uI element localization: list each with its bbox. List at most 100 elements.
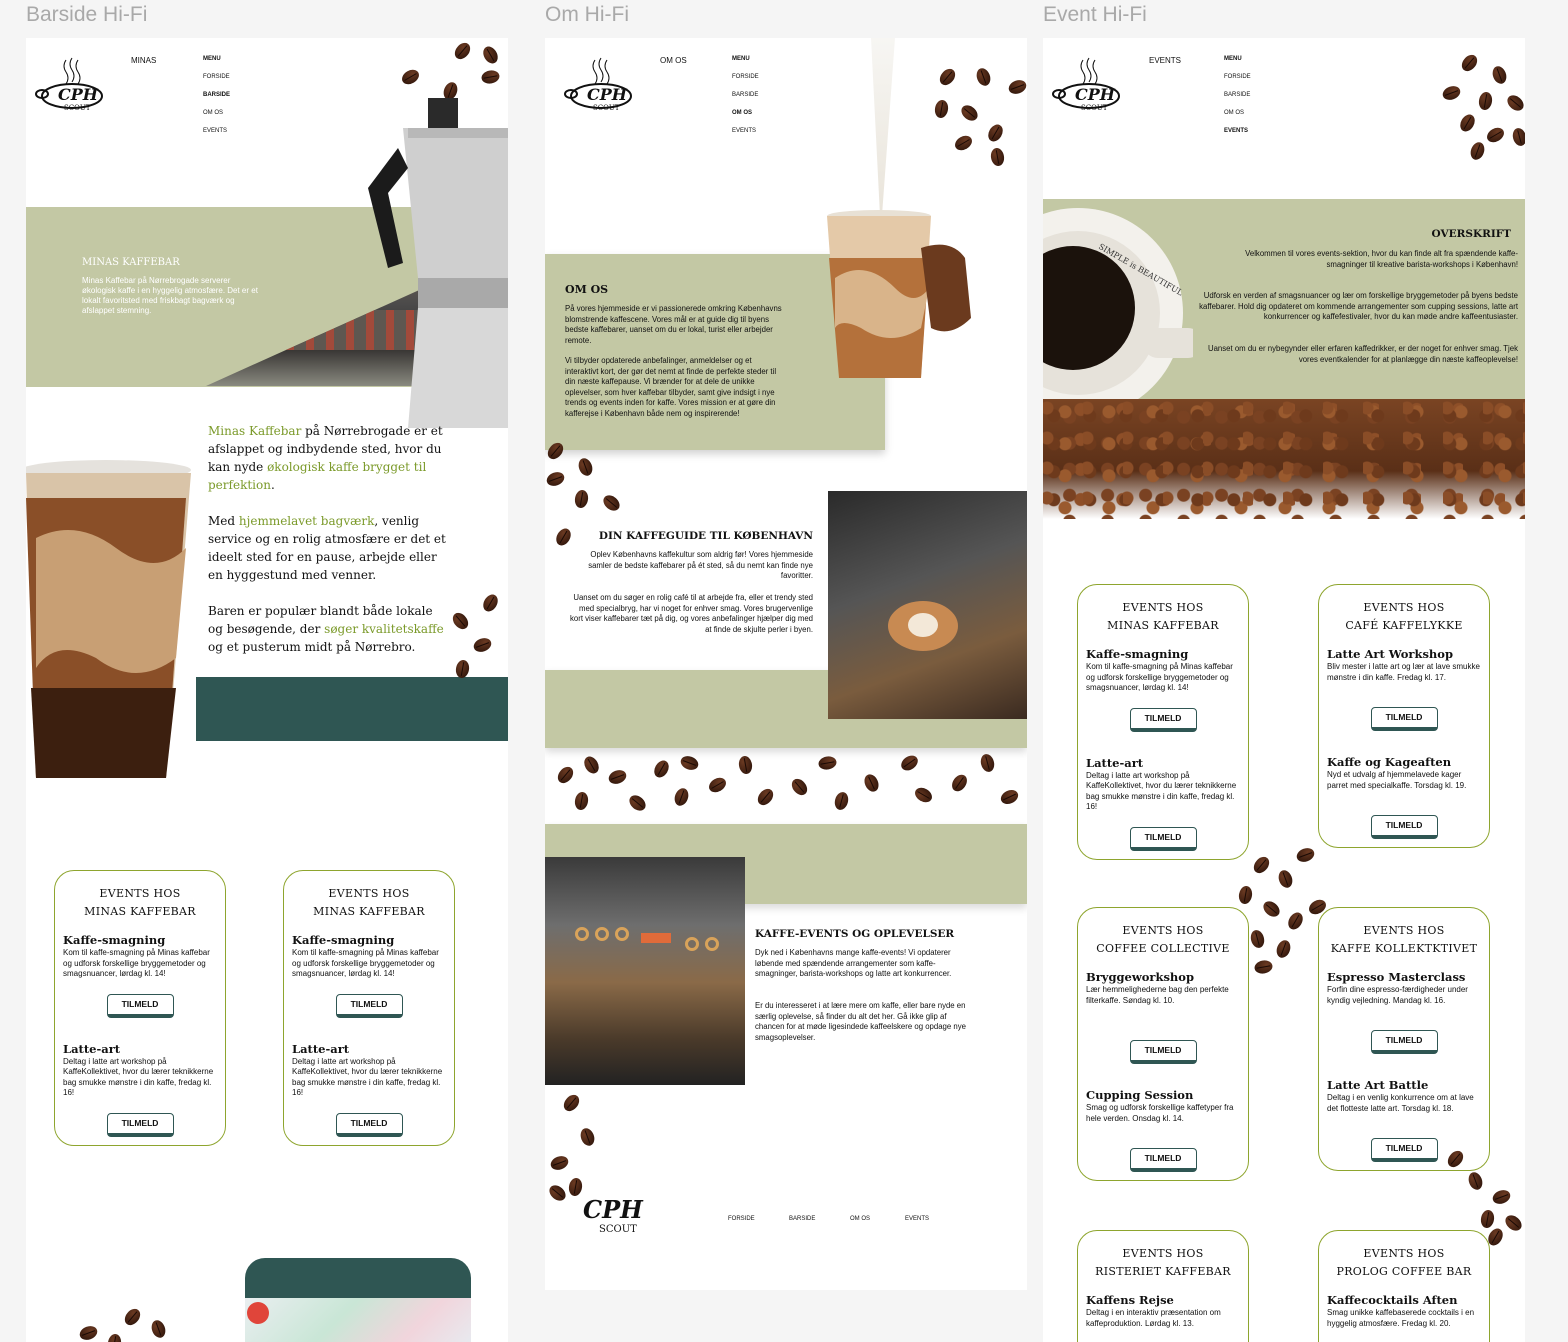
svg-text:SCOUT: SCOUT: [64, 104, 91, 112]
event-description: Lær hemmelighederne bag den perfekte fil…: [1086, 985, 1229, 1005]
tilmeld-button[interactable]: TILMELD: [335, 1112, 403, 1137]
intro-paragraph-3: Baren er populær blandt både lokale og b…: [208, 602, 448, 656]
coffee-bean-icon: [1006, 77, 1027, 97]
nav-events[interactable]: EVENTS: [203, 122, 230, 140]
svg-text:CPH: CPH: [583, 1195, 644, 1224]
coffee-bean-icon: [121, 1305, 144, 1329]
svg-text:CPH: CPH: [587, 85, 628, 104]
nav-events[interactable]: EVENTS: [732, 122, 759, 140]
card-title: EVENTS HOS: [1363, 924, 1445, 937]
coffee-bean-icon: [149, 1318, 168, 1340]
tilmeld-button[interactable]: TILMELD: [1129, 1148, 1197, 1172]
coffee-bean-icon: [706, 774, 729, 796]
coffee-bean-icon: [545, 469, 567, 489]
coffee-bean-icon: [480, 43, 501, 67]
coffee-bean-icon: [958, 102, 981, 124]
card-title-venue: KAFFE KOLLEKTKTIVET: [1330, 942, 1478, 955]
coffee-bean-icon: [546, 1182, 569, 1204]
event-card: EVENTS HOS PROLOG COFFEE BAR Kaffecockta…: [1318, 1230, 1490, 1342]
event-name: Kaffe-smagning: [292, 933, 395, 947]
accent-text: hjemmelavet bagværk: [238, 514, 375, 528]
event-name: Bryggeworkshop: [1086, 970, 1195, 984]
nav-menu: MENU FORSIDE BARSIDE OM OS EVENTS: [732, 50, 759, 140]
coffee-bean-icon: [952, 132, 975, 154]
coffee-bean-icon: [737, 755, 754, 775]
card-title: EVENTS HOS: [1122, 924, 1204, 937]
coffee-bean-icon: [754, 785, 777, 809]
coffee-bean-icon: [573, 791, 590, 811]
event-description: Bliv mester i latte art og lær at lave s…: [1327, 662, 1480, 682]
footer-link-omos[interactable]: OM OS: [850, 1216, 870, 1222]
event-card: EVENTS HOS MINAS KAFFEBAR Kaffe-smagning…: [283, 870, 455, 1146]
site-name: OM OS: [660, 56, 687, 65]
coffee-bean-icon: [106, 1333, 123, 1342]
map-pin-icon[interactable]: [247, 1302, 269, 1324]
event-name: Kaffe og Kageaften: [1327, 755, 1452, 769]
event-name: Latte Art Battle: [1327, 1078, 1429, 1092]
coffee-bean-icon: [576, 456, 595, 478]
tilmeld-button[interactable]: TILMELD: [335, 993, 403, 1018]
card-title: EVENTS HOS: [1122, 1247, 1204, 1260]
card-title: EVENTS HOS: [99, 887, 181, 900]
accent-text: Minas Kaffebar: [208, 424, 302, 438]
cph-scout-logo: CPH SCOUT: [35, 57, 103, 112]
accent-text: søger kvalitetskaffe: [324, 622, 444, 636]
nav-events[interactable]: EVENTS: [1224, 122, 1251, 140]
tilmeld-button[interactable]: TILMELD: [1129, 1040, 1197, 1064]
frame-title-event: Event Hi-Fi: [1043, 3, 1147, 26]
nav-barside[interactable]: BARSIDE: [203, 86, 230, 104]
event-description: Kom til kaffe-smagning på Minas kaffebar…: [63, 948, 210, 978]
omos-paragraph-1: På vores hjemmeside er vi passionerede o…: [565, 304, 782, 345]
nav-omos[interactable]: OM OS: [1224, 104, 1251, 122]
event-name: Latte-art: [292, 1041, 350, 1056]
svg-text:SCOUT: SCOUT: [599, 1224, 637, 1235]
footer-link-forside[interactable]: FORSIDE: [728, 1216, 755, 1222]
coffee-bean-icon: [998, 787, 1021, 807]
tilmeld-button[interactable]: TILMELD: [1370, 707, 1438, 731]
nav-menu: MENU FORSIDE BARSIDE OM OS EVENTS: [203, 50, 230, 140]
event-description: Smag og udforsk forskellige kaffetyper f…: [1086, 1103, 1234, 1123]
coffee-bean-icon: [554, 763, 577, 787]
tilmeld-button[interactable]: TILMELD: [106, 993, 174, 1018]
tilmeld-button[interactable]: TILMELD: [1370, 1138, 1438, 1162]
nav-omos[interactable]: OM OS: [732, 104, 759, 122]
nav-forside[interactable]: FORSIDE: [1224, 68, 1251, 86]
event-name: Kaffe-smagning: [1086, 647, 1189, 661]
tilmeld-button[interactable]: TILMELD: [1129, 707, 1197, 732]
iced-latte-image: [827, 210, 971, 378]
event-description: Nyd et udvalg af hjemmelavede kager parr…: [1327, 770, 1467, 790]
event-name: Espresso Masterclass: [1327, 970, 1466, 984]
tilmeld-button[interactable]: TILMELD: [1370, 1030, 1438, 1054]
coffee-bean-icon: [600, 492, 623, 514]
event-description: Deltag i en interaktiv præsentation om k…: [1086, 1308, 1221, 1328]
footer-link-barside[interactable]: BARSIDE: [789, 1216, 815, 1222]
event-description: Smag unikke kaffebaserede cocktails i en…: [1327, 1308, 1475, 1328]
card-title: EVENTS HOS: [1363, 1247, 1445, 1260]
paragraph-text: Med: [208, 514, 239, 528]
om-frame: CPH SCOUT OM OS MENU FORSIDE BARSIDE OM …: [545, 38, 1027, 1290]
coffee-bean-icon: [832, 790, 851, 812]
coffee-bean-icon: [451, 39, 474, 63]
overskrift-paragraph-2: Udforsk en verden af smagsnuancer og lær…: [1199, 291, 1518, 321]
tilmeld-button[interactable]: TILMELD: [106, 1112, 174, 1137]
nav-forside[interactable]: FORSIDE: [203, 68, 230, 86]
tilmeld-button[interactable]: TILMELD: [1370, 815, 1438, 839]
coffee-bean-icon: [678, 753, 701, 773]
cph-scout-logo: CPH SCOUT: [564, 57, 632, 112]
tilmeld-button[interactable]: TILMELD: [1129, 826, 1197, 851]
card-title-venue: CAFÉ KAFFELYKKE: [1345, 619, 1463, 632]
event-description: Kom til kaffe-smagning på Minas kaffebar…: [292, 948, 439, 978]
omos-title: OM OS: [565, 283, 609, 296]
coffee-bean-icon: [560, 1091, 583, 1115]
footer-link-events[interactable]: EVENTS: [905, 1216, 929, 1222]
event-name: Latte-art: [1086, 755, 1144, 770]
nav-barside[interactable]: BARSIDE: [732, 86, 759, 104]
nav-forside[interactable]: FORSIDE: [732, 68, 759, 86]
card-title-venue: MINAS KAFFEBAR: [1107, 619, 1219, 632]
nav-barside[interactable]: BARSIDE: [1224, 86, 1251, 104]
events-title: KAFFE-EVENTS OG OPLEVELSER: [755, 928, 955, 940]
nav-omos[interactable]: OM OS: [203, 104, 230, 122]
map-card[interactable]: [245, 1258, 471, 1342]
event-frame: CPH SCOUT EVENTS MENU FORSIDE BARSIDE OM…: [1043, 38, 1525, 1342]
event-card: EVENTS HOS RISTERIET KAFFEBAR Kaffens Re…: [1077, 1230, 1249, 1342]
